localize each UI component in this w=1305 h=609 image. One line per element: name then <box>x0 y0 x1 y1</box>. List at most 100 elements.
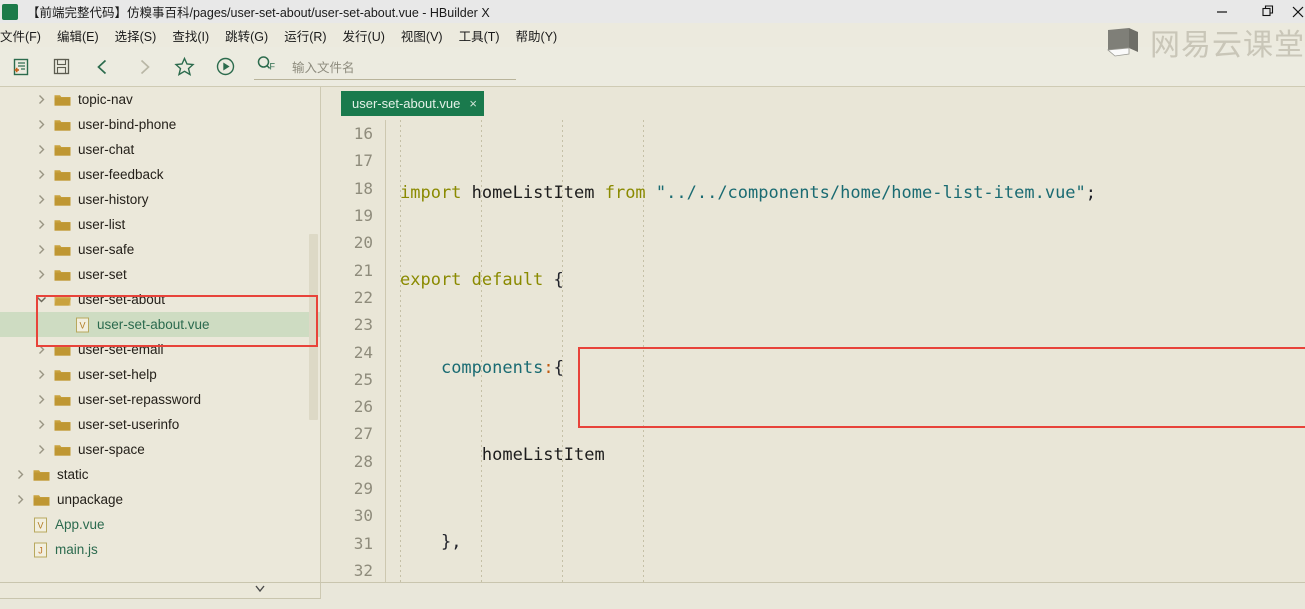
close-button[interactable] <box>1291 0 1305 23</box>
folder-icon <box>54 443 71 457</box>
chevron-right-icon[interactable] <box>14 493 27 506</box>
tree-item-label: user-set-email <box>78 342 164 357</box>
chevron-right-icon[interactable] <box>35 393 48 406</box>
tree-item-user-space[interactable]: user-space <box>0 437 320 462</box>
svg-text:F: F <box>270 61 276 71</box>
tree-item-main-js[interactable]: Jmain.js <box>0 537 320 562</box>
file-search-box[interactable]: F 输入文件名 <box>254 53 516 80</box>
tree-item-label: user-list <box>78 217 126 232</box>
menu-find[interactable]: 查找(I) <box>164 24 217 47</box>
line-number-17: 17 <box>353 151 373 171</box>
line-number-24: 24 <box>353 342 373 362</box>
search-input[interactable]: 输入文件名 <box>292 57 355 76</box>
tree-item-user-set-repassword[interactable]: user-set-repassword <box>0 387 320 412</box>
chevron-right-icon[interactable] <box>35 93 48 106</box>
tree-item-user-history[interactable]: user-history <box>0 187 320 212</box>
tab-label: user-set-about.vue <box>352 96 461 111</box>
svg-text:J: J <box>38 545 43 555</box>
vue-file-icon: V <box>75 317 90 333</box>
tree-item-label: user-set-about.vue <box>97 317 210 332</box>
line-number-21: 21 <box>353 260 373 280</box>
tree-item-user-set-about[interactable]: user-set-about <box>0 287 320 312</box>
folder-icon <box>54 243 71 257</box>
chevron-right-icon[interactable] <box>35 418 48 431</box>
chevron-down-icon[interactable] <box>35 293 48 306</box>
back-icon[interactable] <box>82 50 123 84</box>
folder-open-icon <box>54 293 71 307</box>
tree-item-static[interactable]: static <box>0 462 320 487</box>
tree-item-unpackage[interactable]: unpackage <box>0 487 320 512</box>
code-line-19[interactable]: homeListItem <box>386 442 1305 469</box>
line-number-32: 32 <box>353 560 373 580</box>
chevron-right-icon[interactable] <box>35 268 48 281</box>
menu-view[interactable]: 视图(V) <box>393 24 451 47</box>
chevron-right-icon[interactable] <box>35 118 48 131</box>
menu-help[interactable]: 帮助(Y) <box>508 24 566 47</box>
tree-item-user-feedback[interactable]: user-feedback <box>0 162 320 187</box>
folder-icon <box>54 118 71 132</box>
new-file-icon[interactable] <box>0 50 41 84</box>
window-title: 【前端完整代码】仿糗事百科/pages/user-set-about/user-… <box>27 6 490 20</box>
menu-tools[interactable]: 工具(T) <box>451 24 508 47</box>
js-file-icon: J <box>33 542 48 558</box>
chevron-right-icon[interactable] <box>14 468 27 481</box>
tree-item-user-safe[interactable]: user-safe <box>0 237 320 262</box>
menu-run[interactable]: 运行(R) <box>276 24 334 47</box>
run-icon[interactable] <box>205 50 246 84</box>
chevron-right-icon[interactable] <box>35 193 48 206</box>
save-icon[interactable] <box>41 50 82 84</box>
code-area[interactable]: 16 17 18 19 20 21 22 23 24 25 26 27 28 29 30 31 32 impor… <box>321 120 1305 582</box>
sidebar-scrollbar[interactable] <box>309 234 318 420</box>
svg-text:V: V <box>37 520 43 530</box>
tab-close-icon[interactable]: × <box>469 97 477 110</box>
forward-icon[interactable] <box>123 50 164 84</box>
tree-item-user-set-about-vue[interactable]: Vuser-set-about.vue <box>0 312 320 337</box>
tree-item-user-list[interactable]: user-list <box>0 212 320 237</box>
code-lines[interactable]: import homeListItem from "../../componen… <box>386 120 1305 582</box>
code-editor: user-set-about.vue × 16 17 18 19 20 21 22 23 24 2… <box>321 87 1305 582</box>
tree-item-user-chat[interactable]: user-chat <box>0 137 320 162</box>
code-line-20[interactable]: }, <box>386 529 1305 556</box>
line-number-16: 16 <box>353 124 373 144</box>
menu-bar: 文件(F) 编辑(E) 选择(S) 查找(I) 跳转(G) 运行(R) 发行(U… <box>0 23 1305 47</box>
tree-item-user-set[interactable]: user-set <box>0 262 320 287</box>
chevron-down-icon[interactable] <box>252 584 268 598</box>
folder-icon <box>54 93 71 107</box>
chevron-right-icon[interactable] <box>35 368 48 381</box>
tree-item-label: user-set <box>78 267 127 282</box>
chevron-right-icon[interactable] <box>35 343 48 356</box>
file-tree: topic-nav user-bind-phone user-chat user-fe… <box>0 87 320 562</box>
restore-button[interactable] <box>1245 0 1291 23</box>
tree-item-user-set-userinfo[interactable]: user-set-userinfo <box>0 412 320 437</box>
code-line-18[interactable]: components:{ <box>386 355 1305 382</box>
menu-publish[interactable]: 发行(U) <box>335 24 393 47</box>
tree-item-topic-nav[interactable]: topic-nav <box>0 87 320 112</box>
vue-file-icon: V <box>33 517 48 533</box>
menu-file[interactable]: 文件(F) <box>0 24 49 47</box>
chevron-right-icon[interactable] <box>35 443 48 456</box>
chevron-right-icon[interactable] <box>35 218 48 231</box>
toolbar: F 输入文件名 <box>0 47 1305 87</box>
minimize-button[interactable] <box>1199 0 1245 23</box>
tree-item-label: user-set-help <box>78 367 157 382</box>
tree-item-user-bind-phone[interactable]: user-bind-phone <box>0 112 320 137</box>
line-number-18: 18 <box>353 178 373 198</box>
line-number-27: 27 <box>353 424 373 444</box>
tree-item-user-set-email[interactable]: user-set-email <box>0 337 320 362</box>
chevron-right-icon[interactable] <box>35 168 48 181</box>
tree-item-label: user-feedback <box>78 167 164 182</box>
folder-icon <box>33 468 50 482</box>
menu-edit[interactable]: 编辑(E) <box>49 24 107 47</box>
tree-item-app-vue[interactable]: V App.vue <box>0 512 320 537</box>
code-line-16[interactable]: import homeListItem from "../../componen… <box>386 180 1305 207</box>
favorite-icon[interactable] <box>164 50 205 84</box>
chevron-right-icon[interactable] <box>35 143 48 156</box>
tree-item-user-set-help[interactable]: user-set-help <box>0 362 320 387</box>
code-line-17[interactable]: export default { <box>386 267 1305 294</box>
menu-select[interactable]: 选择(S) <box>107 24 165 47</box>
chevron-right-icon[interactable] <box>35 243 48 256</box>
menu-goto[interactable]: 跳转(G) <box>217 24 276 47</box>
file-tree-sidebar[interactable]: topic-nav user-bind-phone user-chat user-fe… <box>0 87 321 582</box>
tab-user-set-about-vue[interactable]: user-set-about.vue × <box>341 91 484 116</box>
tree-item-label: topic-nav <box>78 92 133 107</box>
